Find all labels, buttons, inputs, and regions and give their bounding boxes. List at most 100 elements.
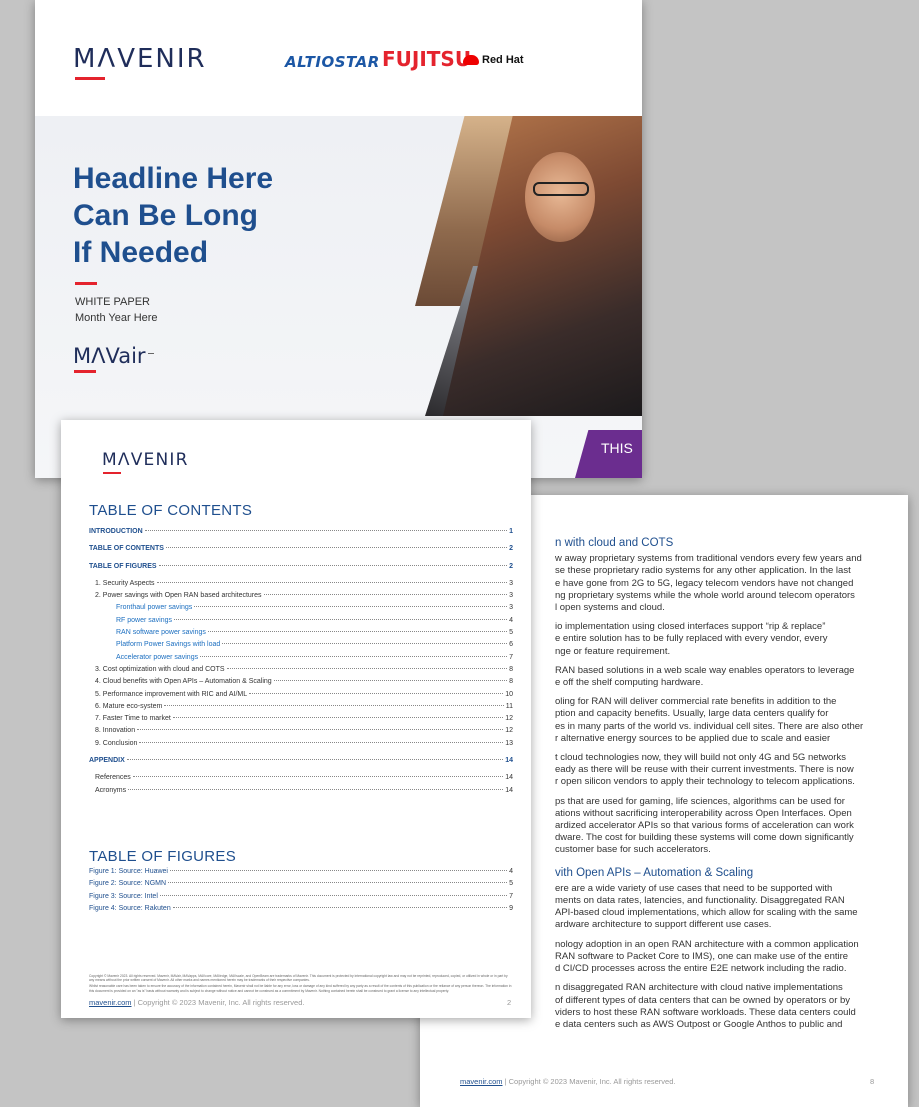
headline-red-dash (75, 282, 97, 285)
paragraph-line: e entire solution has to be fully replac… (555, 633, 828, 645)
toc-entry[interactable]: TABLE OF CONTENTS 2 (89, 545, 513, 557)
toc-entry-page: 13 (505, 739, 513, 747)
toc-entry-label: Accelerator power savings (116, 653, 199, 661)
toc-list: INTRODUCTION 1 TABLE OF CONTENTS 2 TABLE OF … (89, 528, 513, 799)
paragraph-line: w away proprietary systems from traditio… (555, 553, 862, 565)
toc-leader-dots (273, 680, 508, 682)
toc-leader-dots (126, 759, 504, 761)
body-paragraph: n disaggregated RAN architecture with cl… (555, 982, 900, 1031)
altiostar-logo: ALTIOSTAR (285, 53, 380, 71)
woman-face (525, 152, 595, 242)
paragraph-line: of different types of data centers that … (555, 994, 851, 1006)
page8-heading-cloud: vith Open APIs – Automation & Scaling (555, 866, 754, 879)
doc-type: WHITE PAPER (75, 296, 150, 308)
toc-entry[interactable]: 2. Power savings with Open RAN based arc… (89, 592, 513, 604)
glasses-shape (533, 182, 589, 196)
toc-entry-label: RF power savings (116, 616, 173, 624)
toc-entry[interactable]: 7. Faster Time to market 12 (89, 715, 513, 727)
mavair-logo: MΛVair (73, 344, 154, 373)
toc-entry-page: 8 (509, 678, 513, 686)
toc-entry[interactable]: RF power savings 4 (89, 617, 513, 629)
body-paragraph: ps that are used for gaming, life scienc… (555, 796, 900, 857)
cover-headline: Headline Here Can Be Long If Needed (73, 162, 274, 269)
toc-entry[interactable]: TABLE OF FIGURES 2 (89, 563, 513, 575)
toc-leader-dots (174, 618, 508, 620)
toc-entry-label: 9. Conclusion (95, 739, 138, 747)
figure-entry[interactable]: Figure 1: Source: Huawei 4 (89, 868, 513, 880)
copyright-notice: Copyright © Mavenir 2023. All rights res… (89, 974, 513, 995)
toc-entry-page: 3 (509, 604, 513, 612)
toc-entry-page: 5 (509, 629, 513, 637)
toc-entry[interactable]: 5. Performance improvement with RIC and … (89, 691, 513, 703)
toc-entry[interactable]: 8. Innovation 12 (89, 727, 513, 739)
figure-entry[interactable]: Figure 2: Source: NGMN 5 (89, 880, 513, 892)
toc-entry-page: 5 (509, 880, 513, 888)
footer-link[interactable]: mavenir.com (89, 998, 132, 1007)
toc-entry[interactable]: 1. Security Aspects 3 (89, 580, 513, 592)
figure-entry[interactable]: Figure 4: Source: Rakuten 9 (89, 905, 513, 917)
figures-list: Figure 1: Source: Huawei 4 Figure 2: Sourc… (89, 868, 513, 917)
logo-red-bar (75, 77, 105, 80)
toc-entry-page: 3 (509, 579, 513, 587)
toc-entry[interactable]: Fronthaul power savings 3 (89, 604, 513, 616)
toc-footer: mavenir.com | Copyright © 2023 Mavenir, … (89, 998, 305, 1007)
toc-page-number: 2 (507, 998, 512, 1007)
body-paragraph: RAN based solutions in a web scale way e… (555, 665, 900, 689)
toc-entry[interactable]: Accelerator power savings 7 (89, 654, 513, 666)
toc-entry-label: 4. Cloud benefits with Open APIs – Autom… (95, 678, 272, 686)
toc-entry[interactable]: 6. Mature eco-system 11 (89, 703, 513, 715)
paragraph-line: RAN software to Packet Core to IMS), one… (555, 950, 849, 962)
toc-entry-label: INTRODUCTION (89, 528, 143, 535)
paragraph-line: e have gone from 2G to 5G, legacy teleco… (555, 577, 854, 589)
toc-entry-label: Figure 1: Source: Huawei (89, 868, 168, 875)
toc-leader-dots (172, 717, 504, 719)
toc-entry-page: 9 (509, 904, 513, 912)
body-paragraph: w away proprietary systems from traditio… (555, 553, 900, 614)
toc-entry[interactable]: 9. Conclusion 13 (89, 740, 513, 752)
toc-entry-page: 11 (505, 702, 513, 710)
fujitsu-logo: FUJITSU (382, 47, 472, 71)
doc-date: Month Year Here (75, 312, 158, 324)
page8-heading-cost: n with cloud and COTS (555, 537, 674, 549)
purple-tab-text: THIS (601, 440, 633, 456)
toc-entry[interactable]: 4. Cloud benefits with Open APIs – Autom… (89, 678, 513, 690)
figure-entry[interactable]: Figure 3: Source: Intel 7 (89, 893, 513, 905)
cover-page: MΛVENIR ALTIOSTAR FUJITSU Red Hat Headli… (35, 0, 642, 478)
toc-entry-page: 14 (505, 786, 513, 794)
toc-entry-appendix[interactable]: APPENDIX 14 (89, 757, 513, 769)
paragraph-line: oling for RAN will deliver commercial ra… (555, 696, 837, 708)
toc-leader-dots (156, 581, 508, 583)
paragraph-line: RAN based solutions in a web scale way e… (555, 664, 855, 676)
paragraph-line: ardized accelerator APIs so that various… (555, 820, 854, 832)
toc-leader-dots (169, 870, 508, 871)
toc-page: MΛVENIR TABLE OF CONTENTS INTRODUCTION 1 T… (61, 420, 531, 1018)
paragraph-line: l open systems and cloud. (555, 602, 665, 614)
toc-entry[interactable]: 3. Cost optimization with cloud and COTS… (89, 666, 513, 678)
toc-entry[interactable]: Acronyms 14 (89, 787, 513, 799)
toc-leader-dots (168, 882, 508, 884)
toc-leader-dots (132, 776, 504, 778)
toc-entry-label: Figure 2: Source: NGMN (89, 880, 167, 888)
toc-entry-label: Figure 4: Source: Rakuten (89, 904, 171, 912)
redhat-hat-icon (463, 55, 479, 66)
toc-entry-page: 12 (505, 727, 513, 735)
toc-entry-page: 2 (509, 545, 513, 553)
toc-entry-label: 2. Power savings with Open RAN based arc… (95, 592, 262, 600)
toc-entry-label: Platform Power Savings with load (116, 641, 221, 649)
toc-entry[interactable]: Platform Power Savings with load 6 (89, 641, 513, 653)
toc-entry-page: 12 (505, 715, 513, 723)
paragraph-line: eady as there will be reuse with their c… (555, 764, 854, 776)
paragraph-line: customer base for such accelerators. (555, 844, 711, 856)
toc-entry[interactable]: INTRODUCTION 1 (89, 528, 513, 540)
body-paragraph: io implementation using closed interface… (555, 621, 900, 658)
footer-link[interactable]: mavenir.com (460, 1077, 503, 1086)
paragraph-line: ations without sacrificing interoperabil… (555, 807, 852, 819)
paragraph-line: n disaggregated RAN architecture with cl… (555, 982, 843, 994)
toc-entry-page: 3 (509, 592, 513, 600)
toc-entry[interactable]: RAN software power savings 5 (89, 629, 513, 641)
toc-entry-label: Acronyms (95, 786, 127, 794)
toc-mavenir-logo: MΛVENIR (102, 450, 189, 474)
body-paragraph: t cloud technologies now, they will buil… (555, 752, 900, 789)
toc-entry[interactable]: References 14 (89, 774, 513, 786)
toc-leader-dots (144, 530, 508, 531)
